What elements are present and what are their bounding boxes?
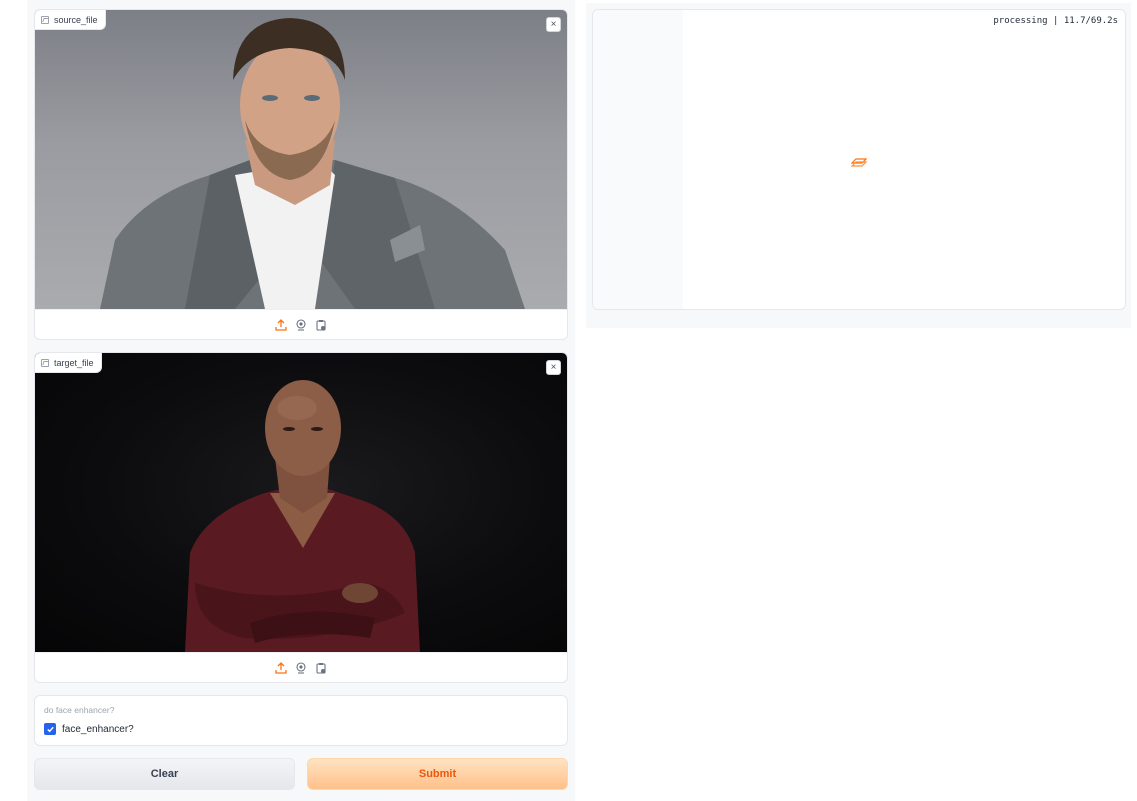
target-close-button[interactable]: × (546, 360, 561, 375)
processing-status: processing | 11.7/69.2s (993, 16, 1118, 26)
face-enhancer-option[interactable]: face_enhancer? (44, 723, 134, 735)
output-panel: processing | 11.7/69.2s (592, 9, 1126, 310)
face-enhancer-panel: do face enhancer? face_enhancer? (34, 695, 568, 746)
upload-icon[interactable] (275, 662, 288, 675)
source-file-label: source_file (35, 10, 106, 30)
face-enhancer-checkbox-label: face_enhancer? (62, 723, 134, 735)
target-file-label: target_file (35, 353, 102, 373)
upload-icon[interactable] (275, 319, 288, 332)
target-image (35, 353, 567, 652)
target-file-label-text: target_file (54, 357, 94, 368)
face-enhancer-panel-label: do face enhancer? (44, 705, 115, 715)
image-icon (41, 15, 49, 24)
clipboard-icon[interactable] (315, 662, 328, 675)
target-toolbar (35, 652, 567, 682)
output-sidebar (593, 10, 683, 309)
submit-button[interactable]: Submit (307, 758, 568, 790)
source-file-label-text: source_file (54, 14, 98, 25)
clipboard-icon[interactable] (315, 319, 328, 332)
target-file-upload[interactable]: target_file × (34, 352, 568, 683)
image-icon (41, 358, 49, 367)
source-image (35, 10, 567, 309)
clear-button[interactable]: Clear (34, 758, 295, 790)
source-close-button[interactable]: × (546, 17, 561, 32)
loading-spinner-icon (850, 155, 868, 167)
webcam-icon[interactable] (295, 662, 308, 675)
webcam-icon[interactable] (295, 319, 308, 332)
source-toolbar (35, 309, 567, 339)
source-file-upload[interactable]: source_file × (34, 9, 568, 340)
face-enhancer-checkbox[interactable] (44, 723, 56, 735)
